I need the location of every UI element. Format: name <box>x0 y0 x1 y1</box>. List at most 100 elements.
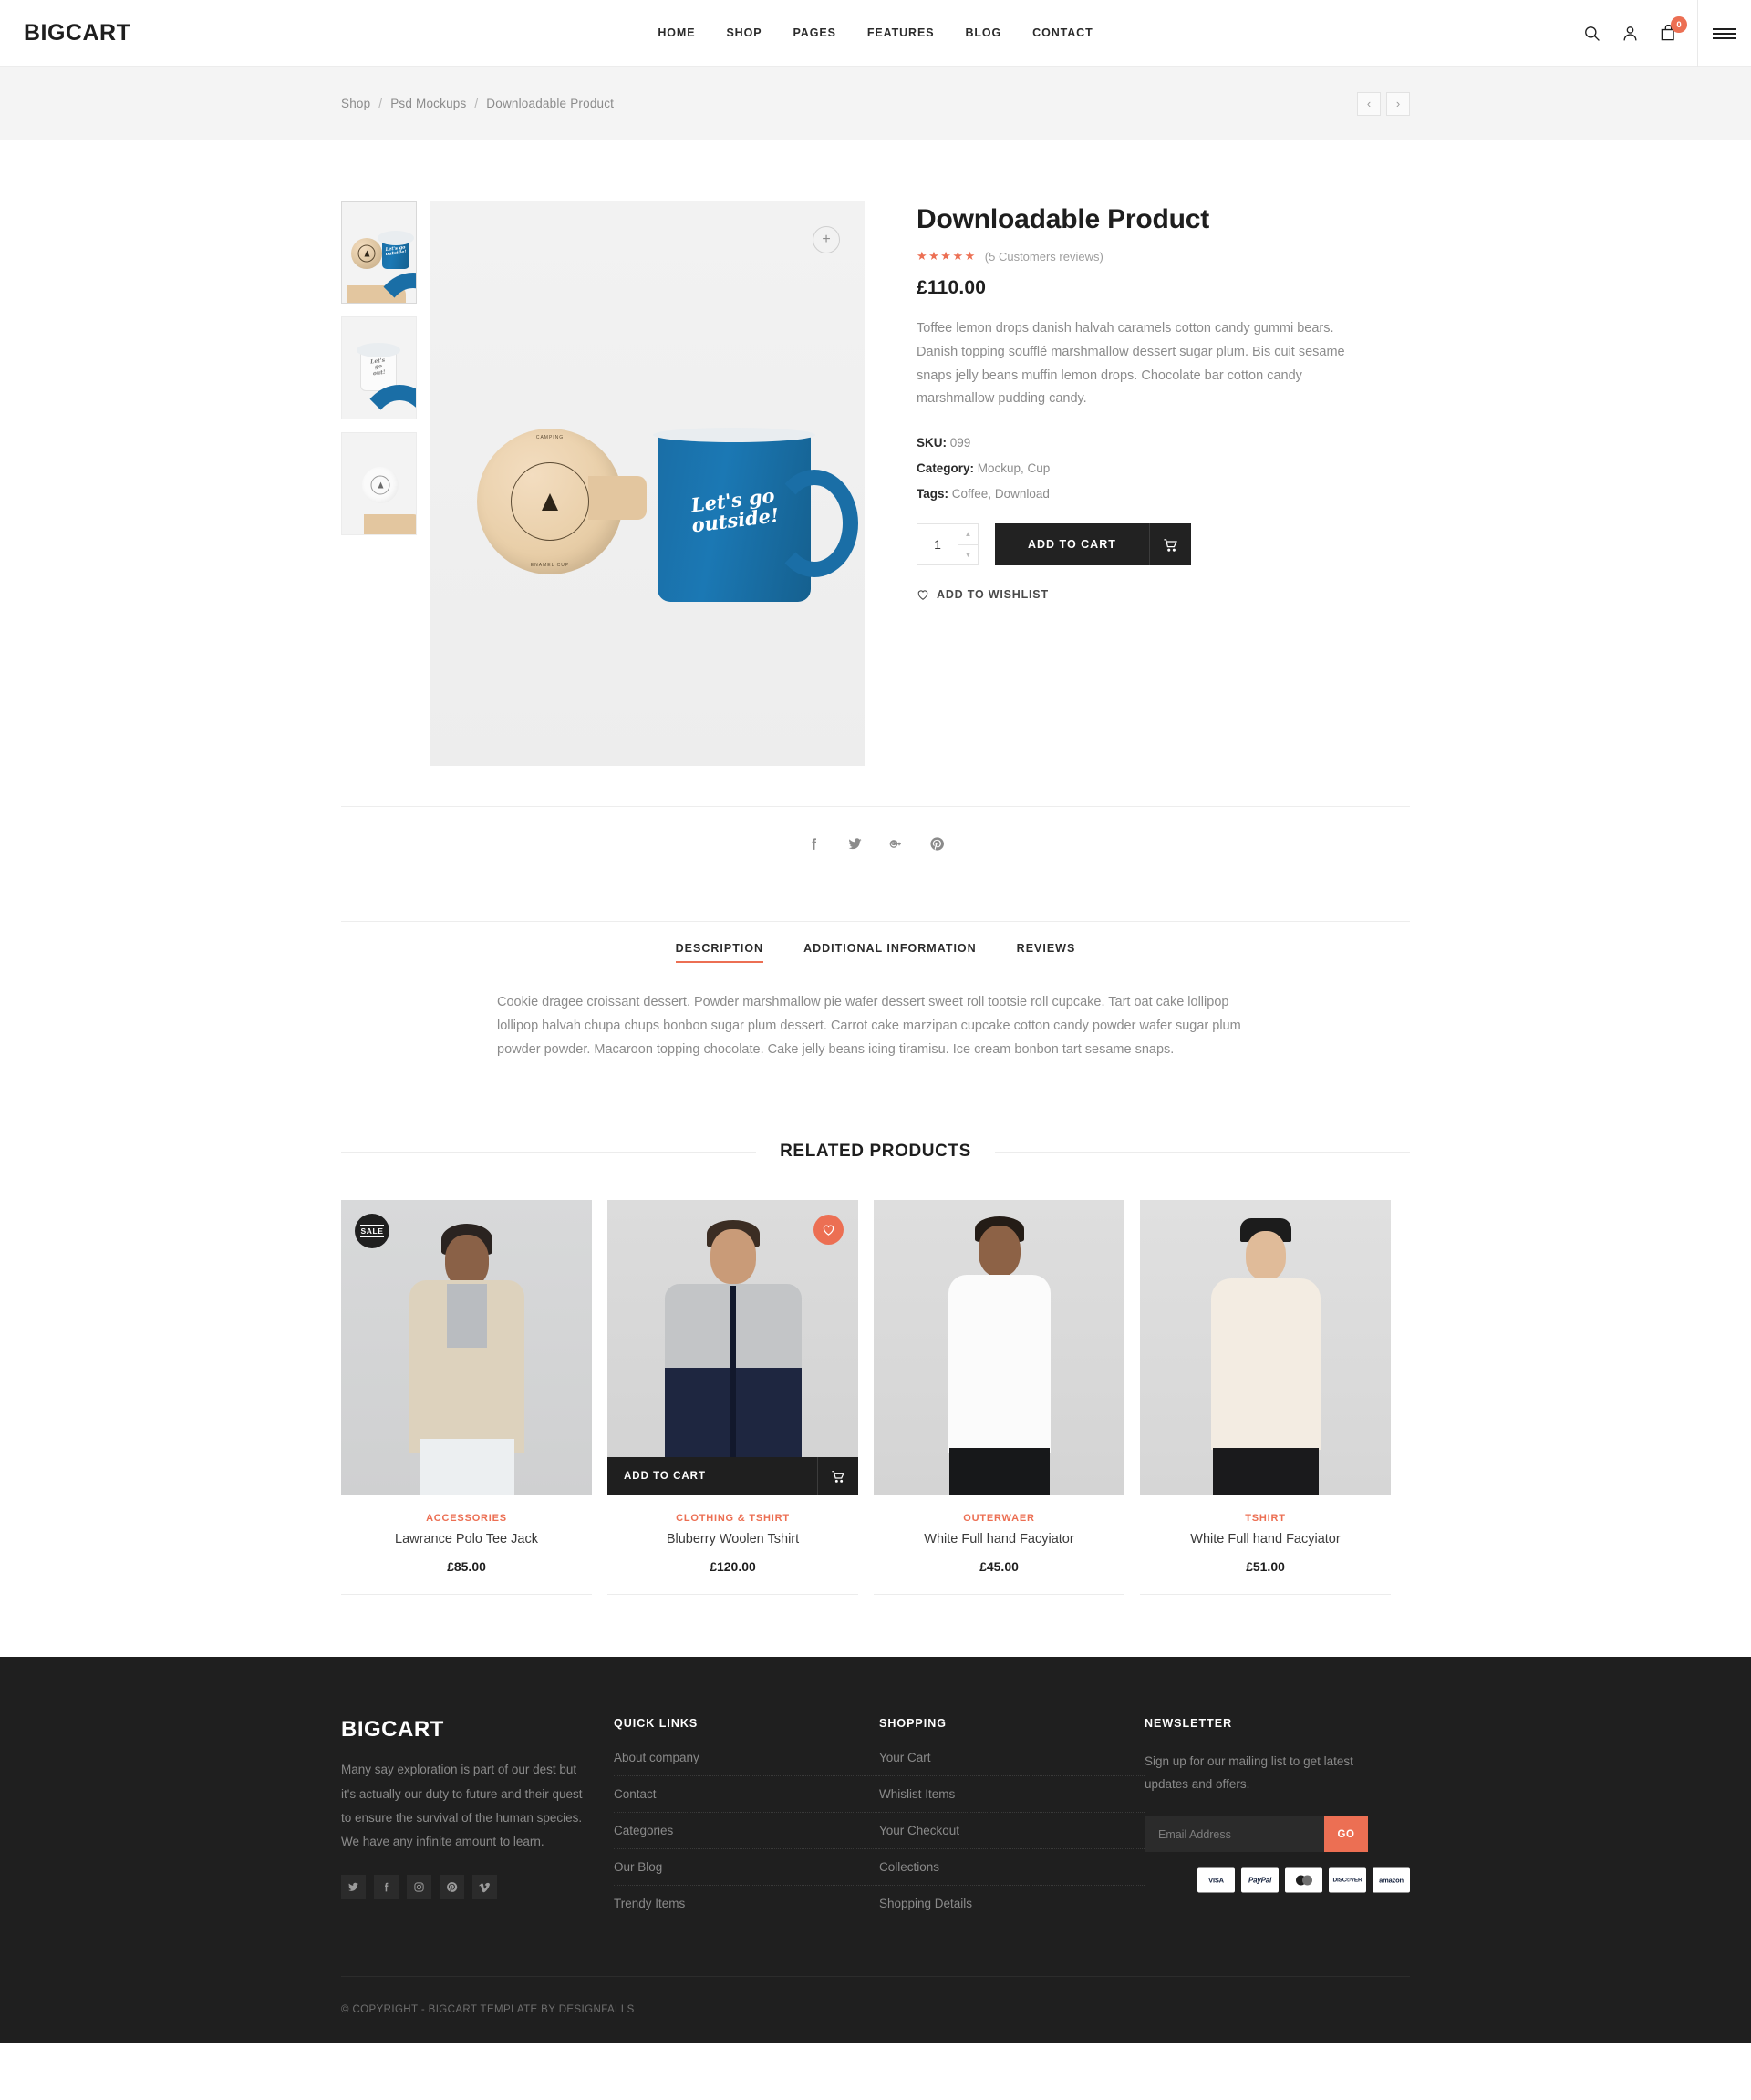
gallery-thumbnail[interactable] <box>341 432 417 535</box>
footer-link-our-blog[interactable]: Our Blog <box>614 1849 879 1885</box>
category-value[interactable]: Mockup, Cup <box>978 461 1051 475</box>
zoom-plus-icon[interactable]: + <box>813 226 840 253</box>
tab-additional-information[interactable]: ADDITIONAL INFORMATION <box>803 942 977 963</box>
footer-bottom-bar: © COPYRIGHT - BIGCART TEMPLATE BY DESIGN… <box>341 1867 1410 2043</box>
footer-link-contact[interactable]: Contact <box>614 1776 879 1812</box>
hamburger-menu-icon[interactable] <box>1698 0 1751 67</box>
gallery-thumbnail[interactable]: Let's go out! <box>341 316 417 419</box>
nav-item-home[interactable]: HOME <box>658 26 695 39</box>
email-field[interactable] <box>1144 1816 1324 1853</box>
product-card-price: £120.00 <box>710 1559 756 1575</box>
cart-icon <box>817 1457 858 1496</box>
product-card[interactable]: ADD TO CART CLOTHING & TSHIRT Bluberry W… <box>607 1200 858 1596</box>
quantity-input[interactable] <box>917 524 958 565</box>
product-card-body: OUTERWAER White Full hand Facyiator £45.… <box>874 1495 1124 1596</box>
product-card-name[interactable]: Lawrance Polo Tee Jack <box>341 1532 592 1547</box>
footer-link-about-company[interactable]: About company <box>614 1751 879 1775</box>
sku-value: 099 <box>949 436 971 450</box>
product-card-image[interactable]: ADD TO CART <box>607 1200 858 1496</box>
add-to-wishlist-button[interactable]: ADD TO WISHLIST <box>917 588 1321 601</box>
previous-product-button[interactable]: ‹ <box>1357 91 1381 116</box>
product-title: Downloadable Product <box>917 204 1210 234</box>
product-info: Downloadable Product ★★★★★ (5 Customers … <box>865 201 1345 766</box>
nav-item-blog[interactable]: BLOG <box>965 26 1001 39</box>
newsletter-go-button[interactable]: GO <box>1323 1816 1368 1853</box>
cart-count-badge: 0 <box>1671 16 1687 33</box>
product-card-category[interactable]: ACCESSORIES <box>341 1513 592 1524</box>
gallery-thumbnail[interactable]: Let's go outside! <box>341 201 417 304</box>
quantity-increase-button[interactable]: ▲ <box>958 524 978 545</box>
product-sku-row: SKU: 099 <box>917 436 1321 450</box>
nav-item-pages[interactable]: PAGES <box>793 26 835 39</box>
vimeo-icon[interactable] <box>472 1874 497 1899</box>
category-label: Category: <box>917 461 975 476</box>
twitter-icon[interactable] <box>847 836 863 852</box>
product-card-price: £51.00 <box>1246 1559 1285 1575</box>
user-account-icon[interactable] <box>1621 25 1639 42</box>
product-pager: ‹ › <box>1357 91 1410 116</box>
gallery-thumbnails: Let's go outside! Let's go out! <box>341 201 417 766</box>
nav-item-contact[interactable]: CONTACT <box>1032 26 1093 39</box>
product-card-category[interactable]: TSHIRT <box>1140 1513 1391 1524</box>
tab-reviews[interactable]: REVIEWS <box>1017 942 1076 963</box>
product-card[interactable]: SALE ACCESSORIES Lawrance Polo Tee Jack … <box>341 1200 592 1596</box>
search-icon[interactable] <box>1583 25 1601 42</box>
pinterest-icon[interactable] <box>440 1874 464 1899</box>
footer-logo[interactable]: BIGCART <box>341 1717 614 1743</box>
newsletter-form: GO <box>1144 1816 1368 1853</box>
product-card-name[interactable]: Bluberry Woolen Tshirt <box>607 1532 858 1547</box>
instagram-icon[interactable] <box>407 1874 431 1899</box>
pinterest-icon[interactable] <box>929 836 945 852</box>
footer-shopping-list: Your Cart Whislist Items Your Checkout C… <box>878 1751 1145 1921</box>
breadcrumb-item-shop[interactable]: Shop <box>341 97 370 110</box>
footer-link-collections[interactable]: Collections <box>879 1849 1145 1885</box>
twitter-icon[interactable] <box>341 1874 366 1899</box>
tab-description[interactable]: DESCRIPTION <box>675 942 764 963</box>
facebook-icon[interactable] <box>374 1874 399 1899</box>
footer-link-shopping-details[interactable]: Shopping Details <box>879 1886 1145 1921</box>
product-card-name[interactable]: White Full hand Facyiator <box>1140 1532 1391 1547</box>
review-count[interactable]: (5 Customers reviews) <box>985 250 1103 264</box>
amazon-icon: amazon <box>1373 1867 1410 1893</box>
tin-mug-artwork: CAMPING ENAMEL CUP <box>477 429 647 574</box>
footer-link-your-cart[interactable]: Your Cart <box>879 1751 1145 1775</box>
card-add-to-cart-button[interactable]: ADD TO CART <box>607 1457 858 1496</box>
product-card-category[interactable]: CLOTHING & TSHIRT <box>607 1513 858 1524</box>
product-card-body: CLOTHING & TSHIRT Bluberry Woolen Tshirt… <box>607 1495 858 1596</box>
site-logo[interactable]: BIGCART <box>24 20 130 47</box>
heart-icon <box>823 1225 834 1236</box>
social-share-bar <box>341 807 1410 881</box>
quantity-decrease-button[interactable]: ▼ <box>958 545 978 565</box>
product-rating: ★★★★★ (5 Customers reviews) <box>917 249 1321 264</box>
nav-item-features[interactable]: FEATURES <box>867 26 935 39</box>
product-tags-row: Tags: Coffee, Download <box>917 487 1321 501</box>
quantity-stepper[interactable]: ▲ ▼ <box>917 523 979 566</box>
main-navigation: HOME SHOP PAGES FEATURES BLOG CONTACT <box>658 26 1093 39</box>
discover-icon: DISC©VER <box>1329 1867 1366 1893</box>
product-card-name[interactable]: White Full hand Facyiator <box>874 1532 1124 1547</box>
tab-panel-description: Cookie dragee croissant dessert. Powder … <box>497 995 1241 1057</box>
breadcrumb-item-psd-mockups[interactable]: Psd Mockups <box>390 97 466 110</box>
footer-link-whislist-items[interactable]: Whislist Items <box>879 1776 1145 1812</box>
facebook-icon[interactable] <box>806 836 822 852</box>
product-card-image[interactable] <box>1140 1200 1391 1496</box>
footer-link-categories[interactable]: Categories <box>614 1813 879 1848</box>
tags-value[interactable]: Coffee, Download <box>952 487 1050 501</box>
site-header: BIGCART HOME SHOP PAGES FEATURES BLOG CO… <box>0 0 1751 67</box>
add-to-cart-button[interactable]: ADD TO CART <box>995 523 1191 566</box>
product-card[interactable]: TSHIRT White Full hand Facyiator £51.00 <box>1140 1200 1391 1596</box>
list-item: About company <box>613 1751 879 1777</box>
product-main-image[interactable]: CAMPING ENAMEL CUP Let's go outside! + <box>430 201 865 766</box>
product-card-image[interactable] <box>874 1200 1124 1496</box>
next-product-button[interactable]: › <box>1386 91 1410 116</box>
google-plus-icon[interactable] <box>888 836 904 852</box>
nav-item-shop[interactable]: SHOP <box>726 26 762 39</box>
product-card-category[interactable]: OUTERWAER <box>874 1513 1124 1524</box>
product-card-image[interactable]: SALE <box>341 1200 592 1496</box>
footer-link-trendy-items[interactable]: Trendy Items <box>614 1886 879 1921</box>
footer-link-your-checkout[interactable]: Your Checkout <box>879 1813 1145 1848</box>
quantity-arrows: ▲ ▼ <box>958 524 978 565</box>
wishlist-label: ADD TO WISHLIST <box>937 588 1049 602</box>
product-card[interactable]: OUTERWAER White Full hand Facyiator £45.… <box>874 1200 1124 1596</box>
cart-icon[interactable]: 0 <box>1660 16 1687 42</box>
